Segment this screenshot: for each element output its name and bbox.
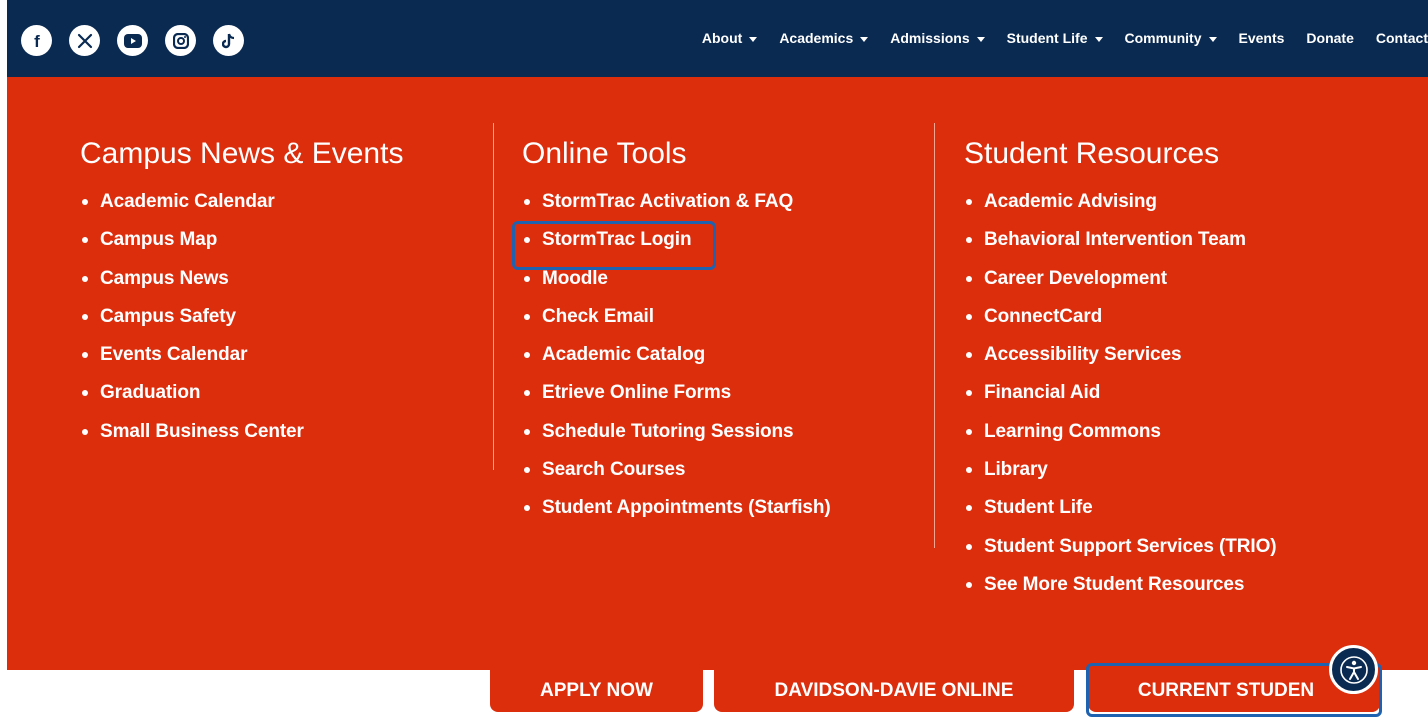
nav-admissions[interactable]: Admissions xyxy=(890,30,985,46)
menu-link[interactable]: Academic Calendar xyxy=(80,190,304,228)
menu-link[interactable]: Student Support Services (TRIO) xyxy=(964,535,1277,573)
nav-about[interactable]: About xyxy=(701,30,758,46)
chevron-down-icon xyxy=(976,36,985,42)
nav-about-label: About xyxy=(701,30,743,46)
link-label: Student Life xyxy=(984,497,1093,519)
focus-highlight xyxy=(512,221,716,270)
nav-admissions-label: Admissions xyxy=(890,30,970,46)
link-label: Accessibility Services xyxy=(984,344,1182,366)
nav-contact[interactable]: Contact xyxy=(1376,30,1428,46)
menu-link[interactable]: Learning Commons xyxy=(964,420,1277,458)
link-label: Academic Advising xyxy=(984,191,1157,212)
link-label: Small Business Center xyxy=(100,420,304,442)
top-navigation-bar: f About Academics Admissions Student Lif… xyxy=(7,0,1428,77)
column-heading: Online Tools xyxy=(522,137,687,170)
menu-link[interactable]: Library xyxy=(964,458,1277,496)
column-divider xyxy=(934,123,935,548)
link-label: Schedule Tutoring Sessions xyxy=(542,420,794,442)
link-label: Campus News xyxy=(100,267,229,289)
menu-link[interactable]: Financial Aid xyxy=(964,381,1277,419)
link-label: Learning Commons xyxy=(984,420,1161,442)
link-label: Events Calendar xyxy=(100,344,248,366)
davidson-davie-online-tab[interactable]: DAVIDSON-DAVIE ONLINE xyxy=(714,670,1074,712)
menu-link[interactable]: Moodle xyxy=(522,267,831,305)
link-label: Campus Map xyxy=(100,229,218,251)
menu-link[interactable]: Schedule Tutoring Sessions xyxy=(522,420,831,458)
nav-donate-label: Donate xyxy=(1306,30,1354,46)
link-list: Academic Advising Behavioral Interventio… xyxy=(964,190,1277,611)
menu-link[interactable]: Behavioral Intervention Team xyxy=(964,228,1277,266)
accessibility-icon xyxy=(1339,655,1368,684)
nav-events[interactable]: Events xyxy=(1239,30,1285,46)
menu-link[interactable]: Student Life xyxy=(964,496,1277,534)
menu-link[interactable]: See More Student Resources xyxy=(964,573,1277,611)
x-twitter-icon[interactable] xyxy=(69,25,100,56)
menu-link[interactable]: Check Email xyxy=(522,305,831,343)
link-label: Moodle xyxy=(542,267,608,289)
nav-student-life[interactable]: Student Life xyxy=(1007,30,1103,46)
apply-now-label: APPLY NOW xyxy=(540,680,653,701)
accessibility-button[interactable] xyxy=(1329,645,1378,694)
menu-link[interactable]: ConnectCard xyxy=(964,305,1277,343)
chevron-down-icon xyxy=(1094,36,1103,42)
chevron-down-icon xyxy=(749,36,758,42)
menu-link[interactable]: Etrieve Online Forms xyxy=(522,381,831,419)
nav-contact-label: Contact xyxy=(1375,30,1428,46)
nav-academics[interactable]: Academics xyxy=(779,30,869,46)
column-heading: Campus News & Events xyxy=(80,137,404,170)
nav-academics-label: Academics xyxy=(779,30,854,46)
nav-donate[interactable]: Donate xyxy=(1306,30,1353,46)
menu-link[interactable]: Academic Catalog xyxy=(522,343,831,381)
menu-link[interactable]: Events Calendar xyxy=(80,343,304,381)
instagram-icon[interactable] xyxy=(165,25,196,56)
link-label: Etrieve Online Forms xyxy=(542,382,732,404)
tiktok-icon[interactable] xyxy=(213,25,244,56)
nav-events-label: Events xyxy=(1238,30,1285,46)
chevron-down-icon xyxy=(1208,36,1217,42)
column-divider xyxy=(493,123,494,470)
link-label: See More Student Resources xyxy=(984,573,1245,595)
menu-link[interactable]: Campus Map xyxy=(80,228,304,266)
nav-student-life-label: Student Life xyxy=(1006,30,1088,46)
left-edge xyxy=(0,0,7,717)
link-label: Student Support Services (TRIO) xyxy=(984,535,1277,557)
apply-now-tab[interactable]: APPLY NOW xyxy=(490,670,703,712)
link-label: StormTrac Activation & FAQ xyxy=(542,191,794,212)
link-label: Campus Safety xyxy=(100,305,236,327)
link-label: Check Email xyxy=(542,305,654,327)
facebook-icon[interactable]: f xyxy=(21,25,52,56)
menu-link[interactable]: Campus News xyxy=(80,267,304,305)
link-label: Academic Catalog xyxy=(542,344,706,366)
svg-text:f: f xyxy=(34,32,40,50)
nav-community-label: Community xyxy=(1124,30,1202,46)
menu-link[interactable]: Graduation xyxy=(80,381,304,419)
menu-link[interactable]: Career Development xyxy=(964,267,1277,305)
nav-community[interactable]: Community xyxy=(1125,30,1217,46)
current-students-mega-menu: Campus News & Events Academic Calendar C… xyxy=(7,77,1428,670)
link-label: Library xyxy=(984,459,1048,481)
link-label: Behavioral Intervention Team xyxy=(984,229,1246,251)
social-links: f xyxy=(21,25,244,56)
link-label: Financial Aid xyxy=(984,382,1101,404)
link-label: ConnectCard xyxy=(984,305,1103,327)
column-heading: Student Resources xyxy=(964,137,1220,170)
menu-link[interactable]: Academic Advising xyxy=(964,190,1277,228)
link-label: Student Appointments (Starfish) xyxy=(542,497,831,519)
menu-link[interactable]: Campus Safety xyxy=(80,305,304,343)
menu-link[interactable]: Search Courses xyxy=(522,458,831,496)
chevron-down-icon xyxy=(860,36,869,42)
link-label: Search Courses xyxy=(542,459,686,481)
menu-link[interactable]: Student Appointments (Starfish) xyxy=(522,496,831,534)
menu-link[interactable]: Accessibility Services xyxy=(964,343,1277,381)
youtube-icon[interactable] xyxy=(117,25,148,56)
main-nav: About Academics Admissions Student Life … xyxy=(702,30,1428,46)
menu-link[interactable]: Small Business Center xyxy=(80,420,304,458)
link-list: Academic Calendar Campus Map Campus News… xyxy=(80,190,304,458)
online-label: DAVIDSON-DAVIE ONLINE xyxy=(774,680,1014,701)
link-label: Academic Calendar xyxy=(100,191,275,212)
link-label: Career Development xyxy=(984,267,1167,289)
link-label: Graduation xyxy=(100,382,201,404)
